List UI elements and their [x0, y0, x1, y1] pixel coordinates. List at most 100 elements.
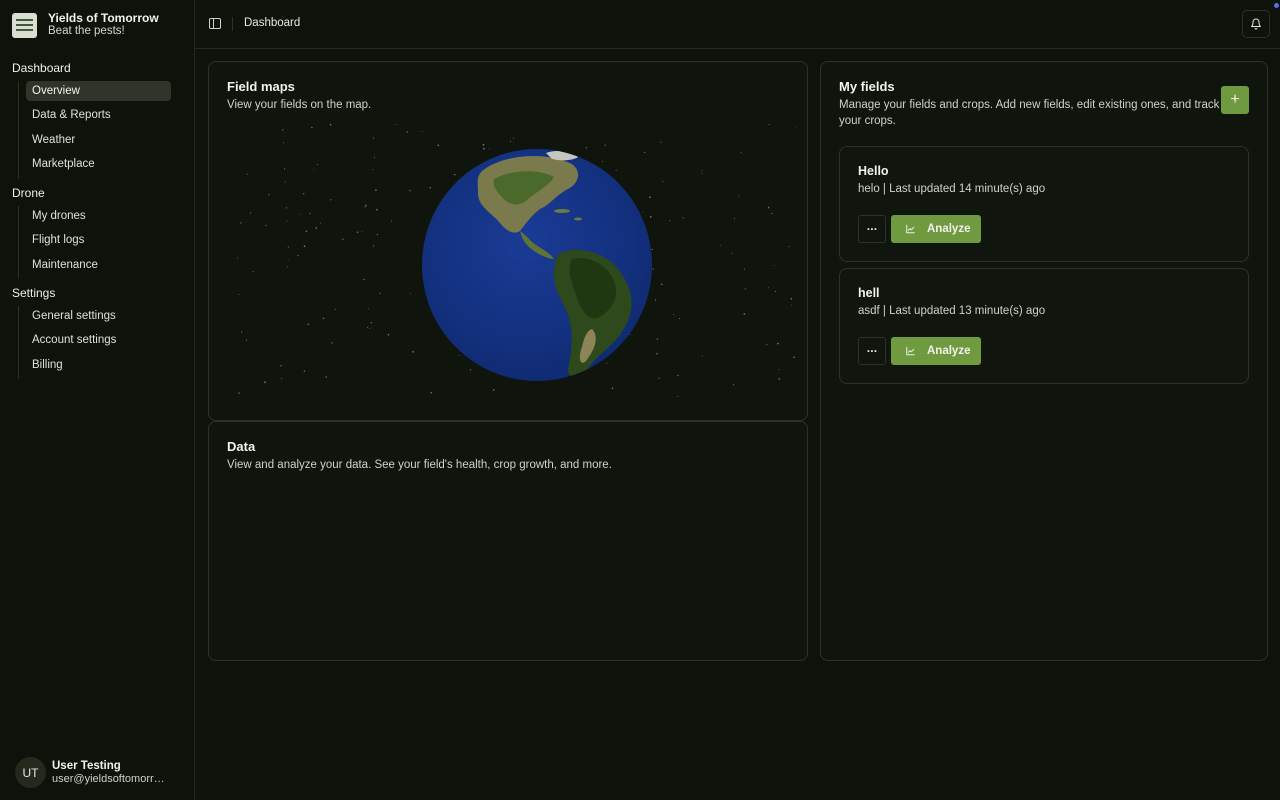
- star: [773, 265, 775, 266]
- globe-land: [477, 150, 632, 377]
- analyze-button[interactable]: Analyze: [891, 337, 981, 365]
- star: [701, 355, 703, 357]
- star: [652, 268, 654, 270]
- star: [795, 127, 797, 129]
- sidebar-item-marketplace[interactable]: Marketplace: [26, 154, 171, 174]
- star: [245, 339, 248, 341]
- star: [458, 354, 460, 356]
- sidebar-item-data-reports[interactable]: Data & Reports: [26, 105, 171, 125]
- star: [287, 246, 289, 248]
- sidebar-item-flight-logs[interactable]: Flight logs: [26, 230, 171, 250]
- star: [282, 142, 284, 144]
- star: [361, 230, 363, 232]
- analyze-label: Analyze: [927, 345, 971, 357]
- user-email: user@yieldsoftomorrow.com: [52, 772, 170, 785]
- sidebar-item-general-settings[interactable]: General settings: [26, 306, 171, 326]
- star: [282, 129, 284, 131]
- star: [513, 137, 515, 139]
- star: [483, 147, 485, 150]
- nav-list-drone: My drones Flight logs Maintenance: [18, 206, 171, 280]
- star: [740, 152, 742, 154]
- star: [430, 391, 433, 394]
- nav-group-dashboard: Dashboard: [12, 61, 71, 75]
- star: [738, 196, 740, 198]
- user-name: User Testing: [52, 760, 121, 772]
- star: [331, 342, 333, 344]
- star: [615, 169, 617, 171]
- field-card[interactable]: hell asdf | Last updated 13 minute(s) ag…: [839, 268, 1249, 384]
- star: [488, 148, 490, 150]
- analyze-label: Analyze: [927, 223, 971, 235]
- star: [372, 245, 375, 247]
- more-options-button[interactable]: ···: [858, 215, 886, 243]
- sidebar-item-weather[interactable]: Weather: [26, 130, 171, 150]
- star: [743, 268, 746, 270]
- star: [303, 193, 305, 195]
- data-description: View and analyze your data. See your fie…: [227, 459, 612, 471]
- star: [238, 293, 240, 295]
- star: [370, 321, 373, 324]
- star: [280, 365, 282, 367]
- sidebar-item-account-settings[interactable]: Account settings: [26, 330, 171, 350]
- star: [791, 304, 793, 306]
- star: [406, 131, 408, 133]
- star: [656, 338, 659, 340]
- star: [604, 144, 606, 146]
- nav-group-settings: Settings: [12, 286, 56, 300]
- star: [767, 206, 770, 209]
- star: [325, 376, 327, 378]
- star: [649, 196, 651, 199]
- star: [342, 238, 344, 240]
- star: [701, 169, 703, 171]
- star: [492, 389, 495, 391]
- globe-icon[interactable]: [422, 149, 652, 381]
- header-divider: [232, 17, 233, 31]
- nav-list-dashboard: Overview Data & Reports Weather Marketpl…: [18, 81, 171, 179]
- star: [669, 220, 671, 222]
- star: [284, 181, 286, 183]
- field-name: Hello: [858, 164, 889, 178]
- globe-map[interactable]: [237, 124, 802, 404]
- star: [311, 126, 313, 129]
- add-field-button[interactable]: +: [1221, 86, 1249, 114]
- star: [315, 227, 318, 229]
- star: [677, 374, 679, 377]
- star: [364, 206, 366, 208]
- star: [369, 327, 371, 329]
- my-fields-description-line1: Manage your fields and crops. Add new fi…: [839, 99, 1220, 111]
- nav-group-drone: Drone: [12, 186, 45, 200]
- star: [265, 224, 267, 227]
- analyze-button[interactable]: Analyze: [891, 215, 981, 243]
- user-menu[interactable]: UT User Testing user@yieldsoftomorrow.co…: [15, 757, 170, 788]
- star: [410, 292, 411, 294]
- more-options-button[interactable]: ···: [858, 337, 886, 365]
- field-meta: asdf | Last updated 13 minute(s) ago: [858, 305, 1046, 317]
- sidebar-item-maintenance[interactable]: Maintenance: [26, 255, 171, 275]
- sidebar-item-my-drones[interactable]: My drones: [26, 206, 171, 226]
- sidebar-item-overview[interactable]: Overview: [26, 81, 171, 101]
- notifications-button[interactable]: [1242, 10, 1270, 38]
- field-meta: helo | Last updated 14 minute(s) ago: [858, 183, 1046, 195]
- star: [313, 168, 314, 170]
- star: [238, 392, 240, 394]
- star: [731, 252, 733, 254]
- chart-line-icon: [906, 346, 915, 356]
- star: [317, 163, 319, 166]
- star: [660, 141, 662, 143]
- field-card[interactable]: Hello helo | Last updated 14 minute(s) a…: [839, 146, 1249, 262]
- data-title: Data: [227, 439, 256, 454]
- star: [611, 387, 614, 390]
- star: [678, 318, 681, 320]
- sidebar-toggle-icon[interactable]: [209, 18, 221, 29]
- star: [309, 212, 311, 215]
- star: [299, 213, 301, 215]
- star: [644, 151, 646, 154]
- sidebar-item-billing[interactable]: Billing: [26, 355, 171, 375]
- star: [790, 297, 793, 300]
- star: [469, 369, 472, 371]
- brand[interactable]: Yields of Tomorrow Beat the pests!: [12, 12, 159, 38]
- field-name: hell: [858, 286, 880, 300]
- breadcrumb[interactable]: Dashboard: [244, 17, 300, 29]
- chart-line-icon: [906, 224, 915, 234]
- star: [720, 244, 722, 246]
